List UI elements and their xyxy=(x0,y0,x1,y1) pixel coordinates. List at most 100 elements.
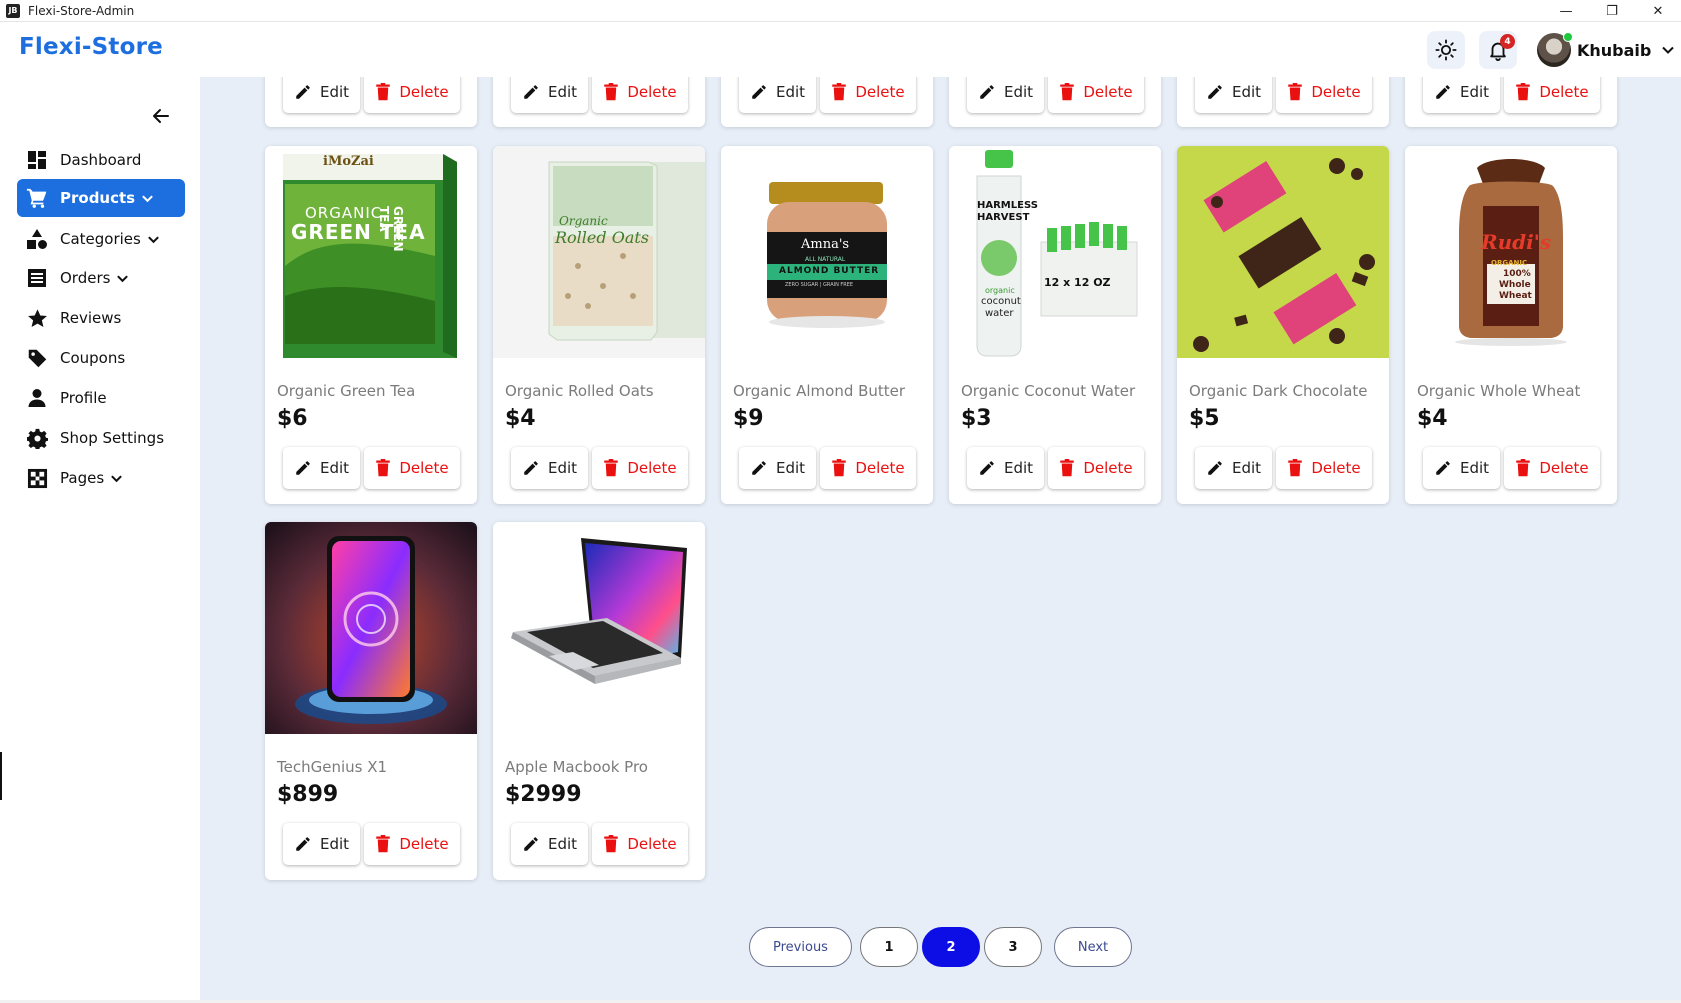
product-label-line: ORGANIC xyxy=(1491,259,1528,267)
product-label-line: 100% xyxy=(1503,269,1531,279)
brand-logo[interactable]: Flexi-Store xyxy=(19,34,163,60)
next-page-button[interactable]: Next xyxy=(1054,927,1132,967)
chevron-down-icon xyxy=(141,192,154,205)
delete-button[interactable]: Delete xyxy=(364,77,460,113)
window-title: Flexi-Store-Admin xyxy=(28,3,135,18)
trash-icon xyxy=(376,835,391,853)
edit-button[interactable]: Edit xyxy=(511,77,588,113)
product-image: Amna's ALL NATURAL ALMOND BUTTER ZERO SU… xyxy=(721,146,933,358)
product-label-line: HARMLESS xyxy=(977,200,1038,211)
edit-button[interactable]: Edit xyxy=(283,823,360,865)
delete-button[interactable]: Delete xyxy=(364,447,460,489)
pencil-icon xyxy=(524,837,538,851)
product-card[interactable]: Apple Macbook Pro $2999 Edit Delete xyxy=(493,522,705,880)
notifications-button[interactable]: 4 xyxy=(1479,31,1517,69)
delete-button[interactable]: Delete xyxy=(592,77,688,113)
product-price: $2999 xyxy=(505,782,582,807)
sidebar-item-orders[interactable]: Orders xyxy=(17,259,185,297)
sidebar-item-label: Dashboard xyxy=(60,151,142,169)
page-button-1[interactable]: 1 xyxy=(860,927,918,967)
edit-button[interactable]: Edit xyxy=(967,77,1044,113)
product-name: TechGenius X1 xyxy=(277,758,388,776)
theme-toggle-button[interactable] xyxy=(1427,31,1465,69)
delete-button[interactable]: Delete xyxy=(592,823,688,865)
delete-button[interactable]: Delete xyxy=(820,77,916,113)
sidebar-item-products[interactable]: Products xyxy=(17,179,185,217)
product-card[interactable]: Amna's ALL NATURAL ALMOND BUTTER ZERO SU… xyxy=(721,146,933,504)
delete-button[interactable]: Delete xyxy=(1504,447,1600,489)
restore-button[interactable]: ❐ xyxy=(1589,0,1635,22)
product-label-line: HARVEST xyxy=(977,212,1030,223)
product-card[interactable]: TechGenius X1 $899 Edit Delete xyxy=(265,522,477,880)
close-button[interactable]: ✕ xyxy=(1635,0,1681,22)
edit-button[interactable]: Edit xyxy=(967,447,1044,489)
sidebar-item-label: Coupons xyxy=(60,349,126,367)
product-card: Edit Delete xyxy=(949,77,1161,127)
cart-icon xyxy=(26,187,48,209)
sidebar-item-reviews[interactable]: Reviews xyxy=(17,299,185,337)
product-card[interactable]: iMoZai ORGANIC GREEN TEA GREEN TEA Organ… xyxy=(265,146,477,504)
sidebar-item-pages[interactable]: Pages xyxy=(17,459,185,497)
product-image: HARMLESS HARVEST organic coconut water 1… xyxy=(949,146,1161,358)
product-label-line: Organic xyxy=(559,214,608,228)
edit-button[interactable]: Edit xyxy=(1423,77,1500,113)
product-price: $5 xyxy=(1189,406,1220,431)
product-card[interactable]: Organic Dark Chocolate $5 Edit Delete xyxy=(1177,146,1389,504)
minimize-button[interactable]: — xyxy=(1543,0,1589,22)
chevron-down-icon xyxy=(110,472,123,485)
delete-button[interactable]: Delete xyxy=(1276,77,1372,113)
user-name: Khubaib xyxy=(1577,40,1652,60)
delete-button[interactable]: Delete xyxy=(364,823,460,865)
delete-button[interactable]: Delete xyxy=(1048,447,1144,489)
product-image: Rudi's ORGANIC 100% Whole Wheat xyxy=(1405,146,1617,358)
product-card: Edit Delete xyxy=(493,77,705,127)
pencil-icon xyxy=(1436,461,1450,475)
product-card[interactable]: Organic Rolled Oats Organic Rolled Oats … xyxy=(493,146,705,504)
edit-button[interactable]: Edit xyxy=(1195,447,1272,489)
edit-button[interactable]: Edit xyxy=(283,447,360,489)
edit-button[interactable]: Edit xyxy=(739,447,816,489)
delete-button[interactable]: Delete xyxy=(592,447,688,489)
avatar xyxy=(1537,32,1573,67)
product-label-line: Rolled Oats xyxy=(555,228,650,247)
pencil-icon xyxy=(524,461,538,475)
product-card: Edit Delete xyxy=(721,77,933,127)
trash-icon xyxy=(1516,459,1531,477)
pencil-icon xyxy=(980,461,994,475)
sidebar-item-profile[interactable]: Profile xyxy=(17,379,185,417)
product-name: Organic Almond Butter xyxy=(733,382,906,400)
person-icon xyxy=(26,387,48,409)
product-card: Edit Delete xyxy=(265,77,477,127)
sidebar-item-categories[interactable]: Categories xyxy=(17,220,185,258)
sidebar-item-shop-settings[interactable]: Shop Settings xyxy=(17,419,185,457)
product-image: Organic Rolled Oats xyxy=(493,146,705,358)
sidebar-item-coupons[interactable]: Coupons xyxy=(17,339,185,377)
delete-button[interactable]: Delete xyxy=(1504,77,1600,113)
delete-button[interactable]: Delete xyxy=(1048,77,1144,113)
product-price: $6 xyxy=(277,406,308,431)
product-label-line: water xyxy=(985,308,1014,319)
edit-button[interactable]: Edit xyxy=(511,823,588,865)
edit-button[interactable]: Edit xyxy=(283,77,360,113)
product-card[interactable]: Rudi's ORGANIC 100% Whole Wheat Organic … xyxy=(1405,146,1617,504)
edit-button[interactable]: Edit xyxy=(1423,447,1500,489)
edit-button[interactable]: Edit xyxy=(511,447,588,489)
collapse-sidebar-button[interactable] xyxy=(148,103,174,129)
products-grid: Edit Delete Edit Delete Edit Delete Edit… xyxy=(200,77,1681,1003)
user-menu[interactable]: Khubaib xyxy=(1537,31,1675,69)
previous-page-button[interactable]: Previous xyxy=(749,927,852,967)
sidebar-item-dashboard[interactable]: Dashboard xyxy=(17,141,185,179)
delete-button[interactable]: Delete xyxy=(1276,447,1372,489)
page-button-2[interactable]: 2 xyxy=(922,927,980,967)
page-button-3[interactable]: 3 xyxy=(984,927,1042,967)
sidebar-item-label: Shop Settings xyxy=(60,429,165,447)
star-icon xyxy=(26,307,48,329)
delete-button[interactable]: Delete xyxy=(820,447,916,489)
sidebar: Dashboard Products Categories Orders Rev… xyxy=(0,77,200,1003)
product-name: Apple Macbook Pro xyxy=(505,758,648,776)
edit-button[interactable]: Edit xyxy=(739,77,816,113)
edit-button[interactable]: Edit xyxy=(1195,77,1272,113)
product-label-line: Whole xyxy=(1499,280,1531,290)
pencil-icon xyxy=(752,461,766,475)
product-card[interactable]: HARMLESS HARVEST organic coconut water 1… xyxy=(949,146,1161,504)
